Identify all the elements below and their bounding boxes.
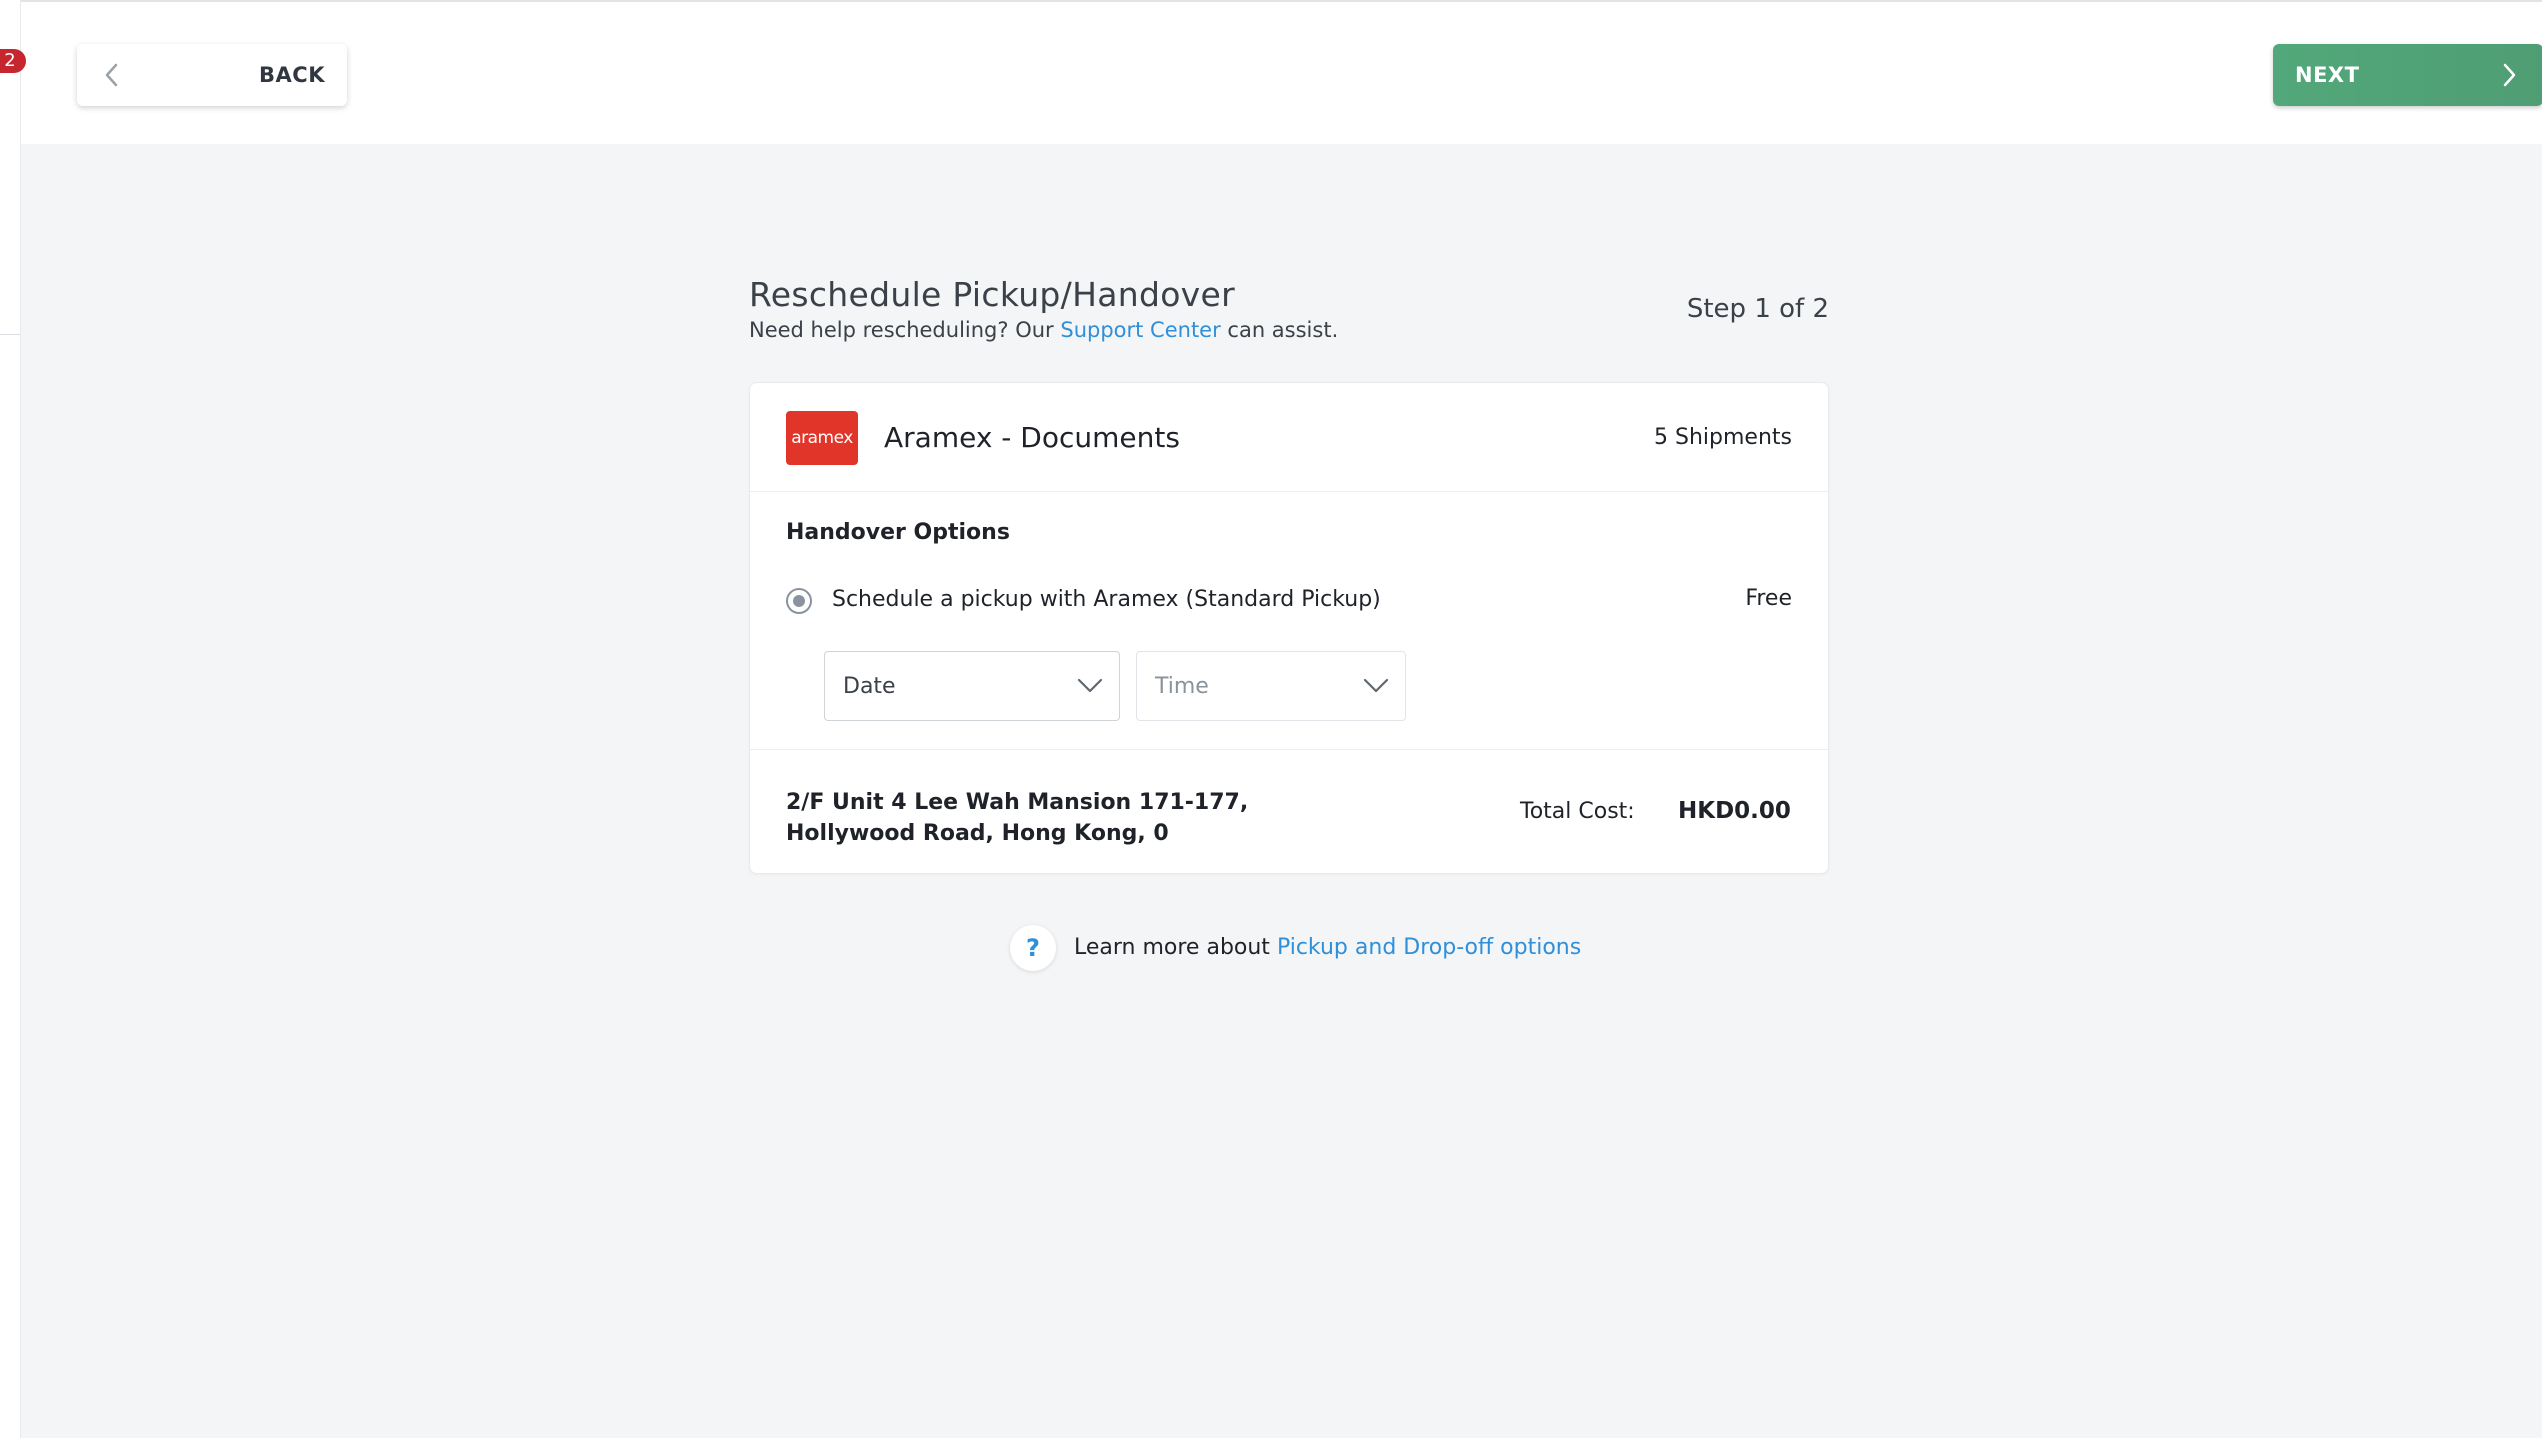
pickup-option-price: Free <box>1745 586 1792 611</box>
carrier-name: Aramex - Documents <box>884 421 1180 454</box>
chevron-down-icon <box>1363 678 1389 693</box>
date-select[interactable]: Date <box>824 651 1120 721</box>
support-center-link[interactable]: Support Center <box>1060 318 1220 342</box>
pickup-address: 2/F Unit 4 Lee Wah Mansion 171-177, Holl… <box>786 790 1249 846</box>
back-button-label: BACK <box>259 63 325 87</box>
page: BACK NEXT 2 Reschedule Pickup/Handover N… <box>0 0 2542 1438</box>
chevron-down-icon <box>1077 678 1103 693</box>
next-button-label: NEXT <box>2295 63 2360 87</box>
pickup-dropoff-link[interactable]: Pickup and Drop-off options <box>1277 935 1581 960</box>
time-select[interactable]: Time <box>1136 651 1406 721</box>
total-cost-label: Total Cost: <box>1520 799 1635 824</box>
top-bar: BACK NEXT <box>21 0 2542 144</box>
next-button[interactable]: NEXT <box>2273 44 2542 106</box>
chevron-left-icon <box>105 63 118 87</box>
chevron-right-icon <box>2503 63 2516 87</box>
page-title: Reschedule Pickup/Handover <box>749 275 1235 314</box>
time-select-placeholder: Time <box>1155 674 1209 699</box>
date-select-value: Date <box>843 674 896 699</box>
page-subtitle: Need help rescheduling? Our Support Cent… <box>749 318 1338 342</box>
aramex-logo: aramex <box>786 411 858 465</box>
radio-selected-dot <box>793 595 805 607</box>
pickup-option-radio[interactable] <box>786 588 812 614</box>
card-divider <box>750 749 1828 750</box>
help-text-prefix: Learn more about <box>1074 935 1277 960</box>
handover-options-heading: Handover Options <box>786 520 1010 545</box>
carrier-card-header: aramex Aramex - Documents 5 Shipments <box>750 383 1828 492</box>
question-icon: ? <box>1010 925 1056 971</box>
left-sidebar <box>0 0 21 1438</box>
subtitle-suffix: can assist. <box>1220 318 1339 342</box>
step-indicator: Step 1 of 2 <box>1686 294 1829 324</box>
subtitle-prefix: Need help rescheduling? Our <box>749 318 1061 342</box>
back-button[interactable]: BACK <box>77 44 347 106</box>
notification-badge[interactable]: 2 <box>0 49 26 73</box>
sidebar-divider <box>0 334 20 335</box>
shipment-count: 5 Shipments <box>1654 425 1792 450</box>
carrier-card: aramex Aramex - Documents 5 Shipments Ha… <box>749 382 1829 874</box>
total-cost-value: HKD0.00 <box>1678 798 1791 824</box>
pickup-option-label[interactable]: Schedule a pickup with Aramex (Standard … <box>832 587 1381 612</box>
help-text: Learn more about Pickup and Drop-off opt… <box>1074 935 1581 960</box>
